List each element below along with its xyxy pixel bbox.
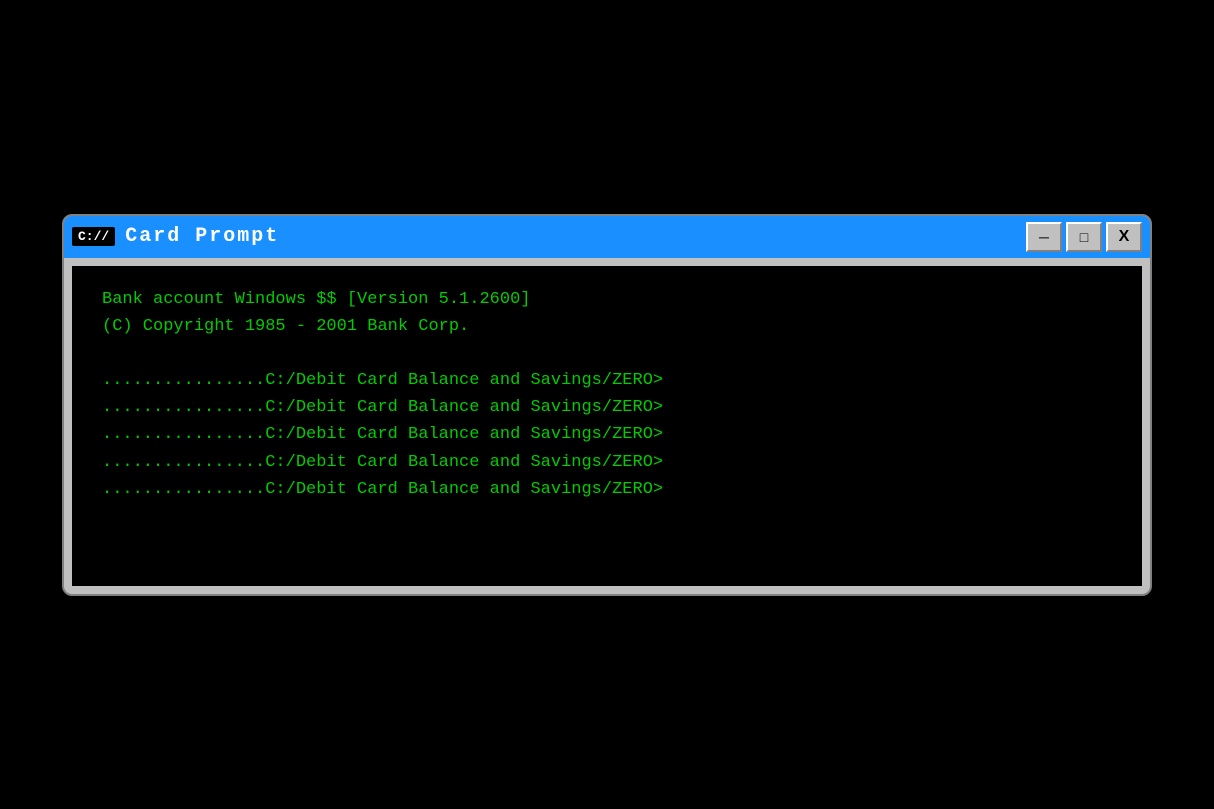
maximize-button[interactable]: □ <box>1066 222 1102 252</box>
terminal-prompt-3: ................C:/Debit Card Balance an… <box>102 421 1112 448</box>
titlebar-title: Card Prompt <box>125 225 1016 248</box>
titlebar: C:// Card Prompt ─ □ X <box>64 216 1150 258</box>
window: C:// Card Prompt ─ □ X Bank account Wind… <box>62 214 1152 596</box>
terminal-prompt-1: ................C:/Debit Card Balance an… <box>102 367 1112 394</box>
terminal-line-2: (C) Copyright 1985 - 2001 Bank Corp. <box>102 313 1112 340</box>
terminal-prompt-2: ................C:/Debit Card Balance an… <box>102 394 1112 421</box>
terminal-spacer <box>102 340 1112 367</box>
close-button[interactable]: X <box>1106 222 1142 252</box>
titlebar-icon: C:// <box>72 227 115 246</box>
titlebar-buttons: ─ □ X <box>1026 222 1142 252</box>
terminal-line-1: Bank account Windows $$ [Version 5.1.260… <box>102 286 1112 313</box>
terminal-body: Bank account Windows $$ [Version 5.1.260… <box>72 266 1142 586</box>
minimize-button[interactable]: ─ <box>1026 222 1062 252</box>
terminal-prompt-5: ................C:/Debit Card Balance an… <box>102 476 1112 503</box>
terminal-prompt-4: ................C:/Debit Card Balance an… <box>102 449 1112 476</box>
